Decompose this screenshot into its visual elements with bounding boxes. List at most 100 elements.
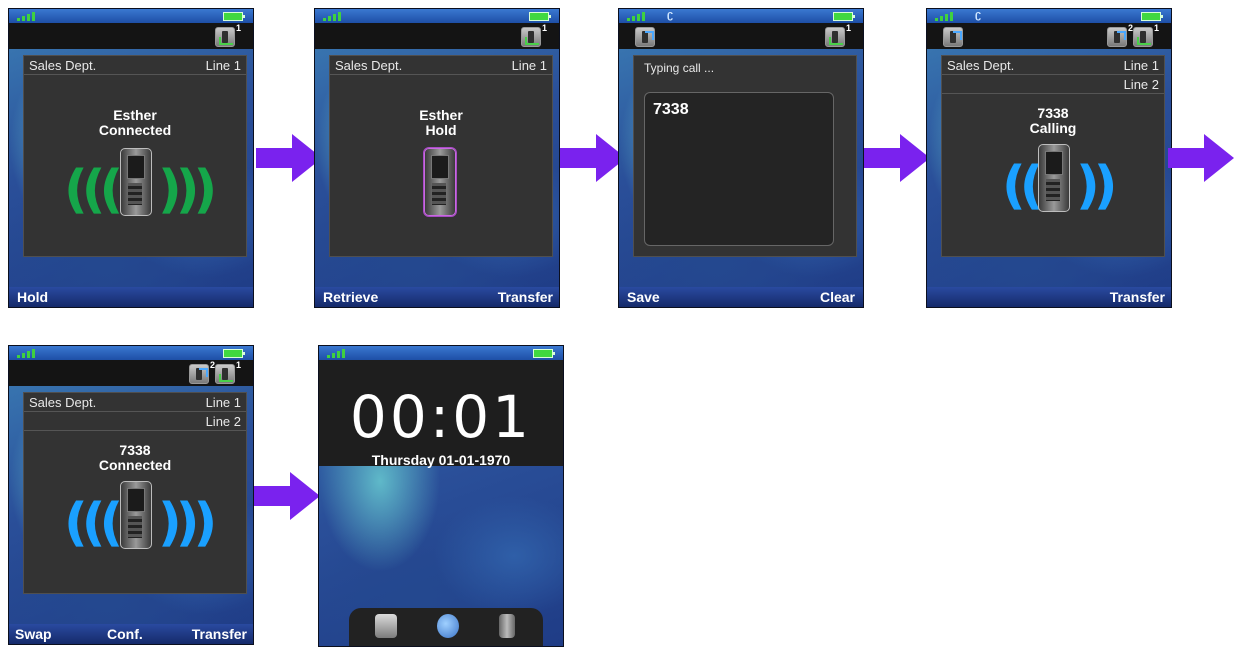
call-state: Connected — [98, 457, 172, 473]
softkey-transfer[interactable]: Transfer — [192, 626, 247, 642]
line-label: Sales Dept. — [29, 58, 97, 73]
softkey-swap[interactable]: Swap — [15, 626, 52, 642]
signal-wave-left-icon: (( — [1002, 156, 1043, 216]
signal-icon — [627, 11, 653, 21]
signal-icon — [17, 11, 43, 21]
line-row-2: Line 2 — [24, 412, 246, 431]
softkey-bar: Retrieve Transfer — [315, 287, 559, 307]
phone-screen-connected: 1 Sales Dept. Line 1 Esther Connected ((… — [8, 8, 254, 308]
handset-icon — [120, 148, 152, 216]
call-panel: Sales Dept. Line 1 Line 2 7338 Calling (… — [941, 55, 1165, 257]
line-label: Sales Dept. — [335, 58, 403, 73]
status-bar — [319, 346, 563, 360]
call-panel: Sales Dept. Line 1 Esther Connected ((( … — [23, 55, 247, 257]
call-count-badge: 1 — [541, 23, 547, 33]
line-name-2: Line 2 — [1123, 77, 1159, 92]
number-value: 7338 — [653, 101, 689, 118]
battery-icon — [833, 12, 855, 21]
softkey-bar: Hold — [9, 287, 253, 307]
status-bar — [315, 9, 559, 23]
caller-name: Esther — [419, 107, 463, 123]
toolbar: 1 — [9, 23, 253, 49]
softkey-bar: Swap Conf. Transfer — [9, 624, 253, 644]
toolbar: 2 1 — [9, 360, 253, 386]
held-call-icon[interactable]: 1 — [825, 23, 851, 47]
toolbar: 1 — [315, 23, 559, 49]
line-name-2: Line 2 — [205, 414, 241, 429]
status-bar — [9, 9, 253, 23]
flow-arrow — [254, 472, 320, 520]
handset-icon — [1038, 144, 1070, 212]
line-name: Line 1 — [205, 58, 241, 73]
phone-screen-calling: ʗ 2 1 Sales Dept. Line 1 Line 2 7338 Cal… — [926, 8, 1172, 308]
softkey-conference[interactable]: Conf. — [107, 626, 143, 642]
clock-time: 00:01 — [349, 383, 533, 451]
clock-date: Thursday 01-01-1970 — [371, 452, 511, 468]
line-row-2: Line 2 — [942, 75, 1164, 94]
call-state: Connected — [98, 122, 172, 138]
signal-wave-left-icon: ((( — [64, 160, 123, 220]
status-bar — [9, 346, 253, 360]
line-label: Sales Dept. — [947, 58, 1015, 73]
caller-number: 7338 — [1037, 105, 1069, 121]
held-call-icon[interactable]: 1 — [1133, 23, 1159, 47]
outgoing-call-count-icon[interactable]: 2 — [189, 360, 215, 384]
battery-icon — [223, 349, 245, 358]
held-call-icon[interactable]: 1 — [521, 23, 547, 47]
softkey-transfer[interactable]: Transfer — [1110, 289, 1165, 305]
signal-wave-right-icon: ))) — [158, 160, 217, 220]
status-bar: ʗ — [619, 9, 863, 23]
line-row: Sales Dept. Line 1 — [942, 56, 1164, 75]
softkey-bar: Transfer — [927, 287, 1171, 307]
shortcut-dock — [349, 608, 543, 646]
phonebook-icon[interactable] — [375, 614, 397, 638]
phone-screen-typing: ʗ 1 Typing call ... 7338 Save Clear — [618, 8, 864, 308]
phone-screen-conference: 2 1 Sales Dept. Line 1 Line 2 7338 Conne… — [8, 345, 254, 645]
toolbar: 1 — [619, 23, 863, 49]
dialing-icon[interactable] — [635, 27, 655, 47]
held-call-icon[interactable]: 1 — [215, 360, 241, 384]
line-row: Sales Dept. Line 1 — [24, 393, 246, 412]
call-panel: Sales Dept. Line 1 Line 2 7338 Connected… — [23, 392, 247, 594]
status-bar: ʗ — [927, 9, 1171, 23]
call-count-badge: 1 — [235, 23, 241, 33]
clock-area: 00:01 Thursday 01-01-1970 — [319, 360, 563, 468]
missed-call-icon: ʗ — [667, 9, 674, 21]
softkey-hold[interactable]: Hold — [17, 289, 48, 305]
call-state: Calling — [1029, 120, 1077, 136]
call-state: Hold — [425, 122, 457, 138]
outgoing-call-count-icon[interactable]: 2 — [1107, 23, 1133, 47]
softkey-transfer[interactable]: Transfer — [498, 289, 553, 305]
line-name: Line 1 — [511, 58, 547, 73]
softkey-retrieve[interactable]: Retrieve — [323, 289, 378, 305]
softkey-bar: Save Clear — [619, 287, 863, 307]
handset-icon — [120, 481, 152, 549]
call-count-badge: 1 — [235, 360, 241, 370]
typing-title: Typing call ... — [644, 61, 715, 75]
battery-icon — [223, 12, 245, 21]
handset-icon[interactable] — [499, 614, 515, 638]
outgoing-call-icon[interactable] — [943, 27, 963, 47]
toolbar: 2 1 — [927, 23, 1171, 49]
signal-wave-right-icon: )) — [1076, 156, 1117, 216]
battery-icon — [1141, 12, 1163, 21]
softkey-clear[interactable]: Clear — [820, 289, 855, 305]
flow-arrow — [1168, 134, 1234, 182]
signal-wave-left-icon: ((( — [64, 493, 123, 553]
settings-icon[interactable] — [437, 614, 459, 638]
battery-icon — [529, 12, 551, 21]
signal-icon — [17, 348, 43, 358]
active-call-icon[interactable]: 1 — [215, 23, 241, 47]
handset-hold-icon — [424, 148, 456, 216]
call-panel: Sales Dept. Line 1 Esther Hold — [329, 55, 553, 257]
number-input[interactable]: 7338 — [644, 92, 834, 246]
line-label: Sales Dept. — [29, 395, 97, 410]
signal-icon — [327, 348, 353, 358]
phone-screen-idle: 00:01 Thursday 01-01-1970 — [318, 345, 564, 647]
line-row: Sales Dept. Line 1 — [24, 56, 246, 75]
signal-wave-right-icon: ))) — [158, 493, 217, 553]
line-name: Line 1 — [1123, 58, 1159, 73]
battery-icon — [533, 349, 555, 358]
softkey-save[interactable]: Save — [627, 289, 660, 305]
line-row: Sales Dept. Line 1 — [330, 56, 552, 75]
